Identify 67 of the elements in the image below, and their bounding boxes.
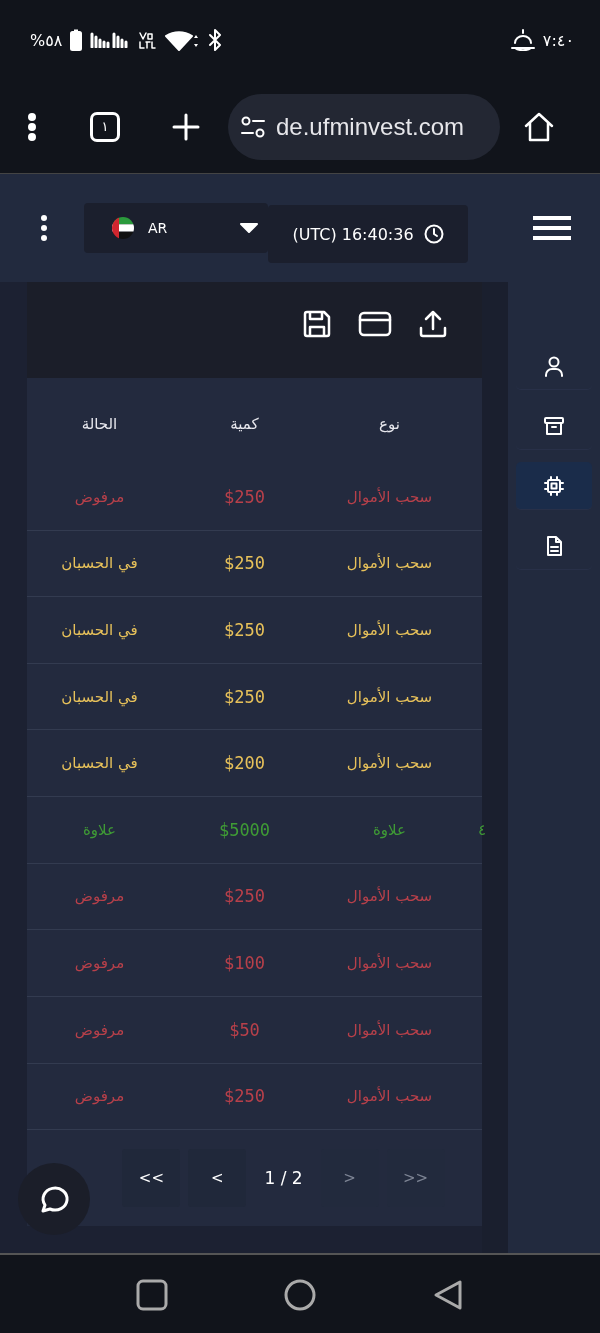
table-cell-text: سحب الأموال (345, 887, 434, 906)
site-settings-icon[interactable] (240, 115, 266, 138)
table-cell-text: $250 (223, 686, 266, 707)
table-cell-text: $250 (223, 486, 266, 507)
battery-percent: %٥٨ (30, 30, 63, 50)
upload-icon[interactable] (418, 309, 448, 339)
table-cell-text: سحب الأموال (345, 754, 434, 773)
bluetooth-icon (208, 29, 223, 51)
wifi-icon (164, 29, 201, 51)
language-select[interactable]: AR (84, 203, 268, 253)
table-cell-text: سحب الأموال (345, 487, 434, 506)
volte-icon (138, 31, 157, 49)
table-cell-text: $250 (223, 886, 266, 907)
table-cell-text: $250 (223, 1086, 266, 1107)
table-cell-text: في الحسبان (60, 754, 139, 773)
column-header: كمية (229, 413, 260, 433)
menu-icon[interactable] (532, 215, 572, 241)
page-button[interactable]: << (122, 1149, 181, 1208)
back-icon[interactable] (432, 1279, 464, 1311)
table-cell-text: علاوة (82, 820, 117, 839)
sidebar-item[interactable] (516, 462, 592, 510)
table-cell-text: $250 (223, 553, 266, 574)
table-cell-text: في الحسبان (60, 687, 139, 706)
mosque-icon (510, 29, 535, 51)
table-cell: ٤ (477, 820, 486, 839)
table-cell-text: سحب الأموال (345, 620, 434, 639)
table-cell-text: مرفوض (73, 487, 126, 506)
archive-icon (543, 414, 565, 437)
flag-icon (112, 217, 134, 239)
table-cell-text: مرفوض (73, 954, 126, 973)
table-cell-text: مرفوض (73, 1020, 126, 1039)
table-cell-text: سحب الأموال (345, 554, 434, 573)
chip-icon (543, 474, 565, 497)
page-button[interactable]: < (188, 1149, 247, 1208)
column-header: نوع (378, 413, 401, 433)
table-cell-text: سحب الأموال (345, 687, 434, 706)
table-cell-text: علاوة (372, 820, 407, 839)
more-icon[interactable] (40, 214, 48, 242)
table-cell-text: $100 (223, 953, 266, 974)
table-cell-text: مرفوض (73, 1087, 126, 1106)
table-cell-text: $250 (223, 619, 266, 640)
tab-count-button[interactable]: ١ (90, 111, 120, 142)
card-icon[interactable] (358, 311, 392, 337)
table-cell-text: $5000 (217, 819, 272, 840)
page-indicator: 1 / 2 (263, 1168, 304, 1189)
clock-icon (423, 224, 444, 244)
table-cell-text: سحب الأموال (345, 954, 434, 973)
recent-apps-icon[interactable] (136, 1279, 168, 1311)
table-cell-text: $200 (223, 753, 266, 774)
table-cell-text: سحب الأموال (345, 1087, 434, 1106)
clock-text: (UTC) 16:40:36 (292, 224, 414, 244)
column-header: الحالة (80, 413, 119, 433)
table-cell-text: $50 (228, 1019, 261, 1040)
save-icon[interactable] (302, 309, 332, 339)
clock-time: ٧:٤٠ (542, 30, 574, 50)
more-icon[interactable] (28, 112, 36, 141)
table-cell-text: مرفوض (73, 887, 126, 906)
plus-icon[interactable] (172, 112, 200, 141)
caret-icon (240, 223, 258, 233)
user-icon (543, 354, 565, 377)
table-cell-text: في الحسبان (60, 554, 139, 573)
table-cell-text: سحب الأموال (345, 1020, 434, 1039)
signal-icon (90, 32, 131, 48)
table-cell-text: في الحسبان (60, 620, 139, 639)
address-bar[interactable]: de.ufminvest.com (228, 93, 500, 160)
battery-icon (70, 29, 83, 51)
home-icon[interactable] (284, 1279, 316, 1311)
